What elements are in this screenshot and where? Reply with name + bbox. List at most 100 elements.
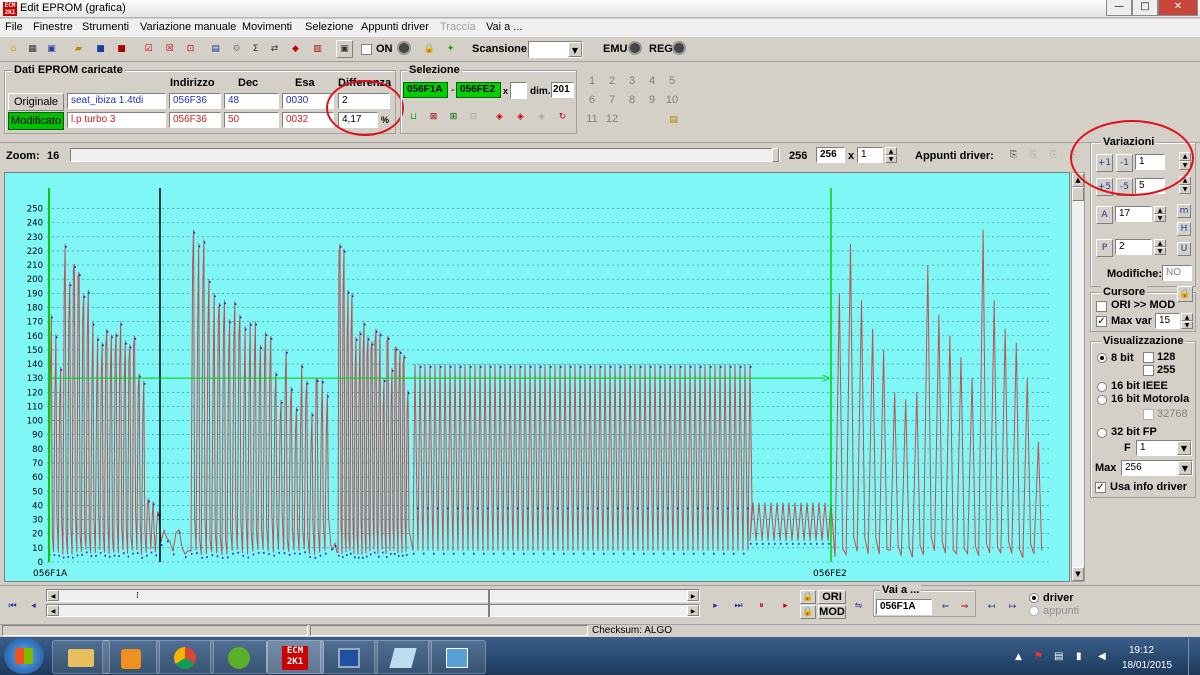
dim-field[interactable]: 201 — [551, 82, 574, 98]
taskbar-app2[interactable] — [428, 640, 486, 674]
taskbar-app[interactable] — [374, 640, 432, 674]
scroll-splitter[interactable] — [488, 590, 490, 617]
clipboard-icon[interactable]: ▤ — [665, 111, 682, 129]
close-button[interactable]: ✕ — [1158, 0, 1198, 16]
appunti-copy-icon[interactable]: ⎘ — [1005, 146, 1022, 164]
print-icon[interactable]: ▣ — [336, 40, 353, 58]
a-icon[interactable]: A — [1096, 206, 1113, 224]
zoom-factor-down[interactable]: ▼ — [885, 155, 897, 163]
menu-strumenti[interactable]: Strumenti — [82, 21, 129, 33]
menu-traccia[interactable]: Traccia — [440, 21, 476, 33]
max-var-checkbox[interactable]: ✓ — [1096, 316, 1107, 327]
num-5-button[interactable]: 5 — [663, 73, 681, 89]
taskbar-chrome[interactable] — [156, 640, 214, 674]
swap-icon[interactable]: ⇋ — [850, 597, 867, 615]
selezione-x-field[interactable] — [510, 82, 527, 99]
8bit-radio[interactable] — [1097, 353, 1107, 363]
tools-icon[interactable]: ⚙ — [228, 40, 245, 58]
taskbar-utorrent[interactable] — [210, 640, 268, 674]
mark-left-icon[interactable]: ↤ — [983, 598, 1000, 616]
taskbar-ecm2k1[interactable]: ECM 2K1 — [266, 640, 324, 674]
scroll-down-icon[interactable]: ▼ — [1072, 567, 1084, 581]
sel-tool-4-icon[interactable]: ⊟ — [465, 108, 482, 126]
selezione-start-field[interactable]: 056F1A — [403, 82, 448, 98]
a-up[interactable]: ▲ — [1154, 206, 1166, 214]
diff-icon[interactable]: ⊡ — [182, 40, 199, 58]
first-icon[interactable]: ⏮ — [4, 597, 21, 615]
run-icon[interactable]: ✦ — [442, 40, 459, 58]
mark-prev-icon[interactable]: ⏸ — [753, 597, 770, 615]
sel-tool-6-icon[interactable]: ◈ — [512, 108, 529, 126]
num-7-button[interactable]: 7 — [603, 92, 621, 108]
vai-a-field[interactable]: 056F1A — [876, 599, 932, 615]
originale-button[interactable]: Originale — [8, 93, 64, 111]
mod-button[interactable]: MOD — [818, 605, 846, 619]
max-var-down[interactable]: ▼ — [1181, 321, 1193, 329]
num-11-button[interactable]: 11 — [583, 111, 601, 127]
taskbar-media-player[interactable] — [102, 640, 160, 674]
max-chevron-down-icon[interactable]: ▼ — [1178, 461, 1192, 475]
max-var-field[interactable]: 15 — [1155, 313, 1180, 329]
zoom-factor-field[interactable]: 1 — [857, 147, 883, 163]
usa-info-checkbox[interactable]: ✓ — [1095, 482, 1106, 493]
bottom-scrollbar[interactable]: ◀ ▶ — [46, 604, 700, 617]
tray-flag-icon[interactable]: ⚑ — [1034, 651, 1043, 662]
sel-tool-3-icon[interactable]: ⊞ — [445, 108, 462, 126]
color-icon[interactable]: ◆ — [287, 40, 304, 58]
lock-icon[interactable]: 🔒 — [421, 40, 438, 58]
m-icon[interactable]: m — [1177, 204, 1191, 218]
top-scroll-left-icon[interactable]: ◀ — [47, 590, 59, 601]
mark-next-icon[interactable]: ▸ — [777, 597, 794, 615]
tray-volume-icon[interactable]: ◀ — [1098, 651, 1106, 662]
modificato-name-field[interactable]: l.p turbo 3 — [67, 112, 166, 128]
var2-down[interactable]: ▼ — [1179, 185, 1191, 194]
top-scrollbar[interactable]: ◀ ▶ ⁞ — [46, 589, 700, 602]
num-3-button[interactable]: 3 — [623, 73, 641, 89]
maximize-button[interactable]: □ — [1132, 0, 1158, 16]
open-folder-icon[interactable]: ▰ — [70, 40, 87, 58]
clock-date[interactable]: 18/01/2015 — [1122, 660, 1172, 671]
num-6-button[interactable]: 6 — [583, 92, 601, 108]
goto-right-icon[interactable]: ⇒ — [956, 598, 973, 616]
clock-time[interactable]: 19:12 — [1129, 645, 1154, 656]
emu-led-icon[interactable] — [628, 41, 642, 55]
bottom-scroll-left-icon[interactable]: ◀ — [47, 605, 59, 616]
32bit-fp-radio[interactable] — [1097, 428, 1107, 438]
modificato-dec-field[interactable]: 50 — [224, 112, 279, 128]
sel-tool-2-icon[interactable]: ⊠ — [425, 108, 442, 126]
scroll-thumb[interactable] — [1072, 187, 1084, 201]
vertical-scrollbar[interactable]: ▲ ▼ — [1071, 172, 1085, 582]
menu-appunti-driver[interactable]: Appunti driver — [361, 21, 429, 33]
zoom-slider[interactable] — [70, 148, 780, 162]
originale-name-field[interactable]: seat_ibiza 1.4tdi — [67, 93, 166, 109]
calculator-icon[interactable]: ▤ — [207, 40, 224, 58]
tray-device-icon[interactable]: ▤ — [1054, 651, 1063, 662]
128-checkbox[interactable] — [1143, 352, 1154, 363]
cursore-lock-icon[interactable]: 🔒 — [1177, 286, 1193, 302]
window-icon[interactable]: ▦ — [24, 40, 41, 58]
mark-right-icon[interactable]: ↦ — [1004, 598, 1021, 616]
compare-icon[interactable]: ☒ — [161, 40, 178, 58]
prev-icon[interactable]: ◂ — [25, 597, 42, 615]
on-checkbox[interactable] — [361, 44, 372, 55]
sel-tool-5-icon[interactable]: ◈ — [491, 108, 508, 126]
last-icon[interactable]: ⏭ — [730, 597, 747, 615]
flip-icon[interactable]: ⇄ — [266, 40, 283, 58]
16bit-ieee-radio[interactable] — [1097, 382, 1107, 392]
16bit-motorola-radio[interactable] — [1097, 395, 1107, 405]
goto-left-icon[interactable]: ⇐ — [937, 598, 954, 616]
originale-dec-field[interactable]: 48 — [224, 93, 279, 109]
top-scroll-right-icon[interactable]: ▶ — [687, 590, 699, 601]
num-10-button[interactable]: 10 — [663, 92, 681, 108]
modificato-button[interactable]: Modificato — [8, 112, 64, 130]
menu-variazione-manuale[interactable]: Variazione manuale — [140, 21, 236, 33]
save-as-icon[interactable]: ■ — [113, 40, 130, 58]
menu-selezione[interactable]: Selezione — [305, 21, 353, 33]
a-down[interactable]: ▼ — [1154, 214, 1166, 222]
zoom-value-field[interactable]: 256 — [816, 147, 845, 163]
tray-arrow-icon[interactable]: ▲ — [1015, 652, 1022, 662]
refresh-icon[interactable]: ↻ — [554, 108, 571, 126]
num-4-button[interactable]: 4 — [643, 73, 661, 89]
appunti-radio[interactable] — [1029, 606, 1039, 616]
top-scroll-thumb[interactable]: ⁞ — [136, 591, 139, 601]
